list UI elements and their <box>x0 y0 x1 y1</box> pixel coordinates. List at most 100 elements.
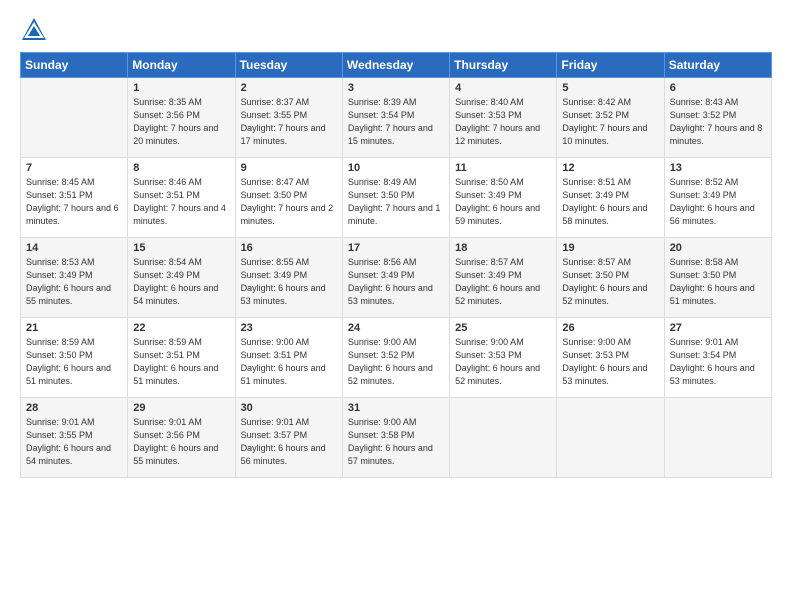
cell-info: Sunrise: 8:57 AM Sunset: 3:50 PM Dayligh… <box>562 256 658 308</box>
day-number: 6 <box>670 82 766 94</box>
cell-info: Sunrise: 8:39 AM Sunset: 3:54 PM Dayligh… <box>348 96 444 148</box>
day-number: 31 <box>348 402 444 414</box>
calendar-row: 1 Sunrise: 8:35 AM Sunset: 3:56 PM Daylig… <box>21 78 772 158</box>
header-day: Friday <box>557 53 664 78</box>
cell-info: Sunrise: 9:01 AM Sunset: 3:55 PM Dayligh… <box>26 416 122 468</box>
calendar-cell: 3 Sunrise: 8:39 AM Sunset: 3:54 PM Daylig… <box>342 78 449 158</box>
calendar-cell: 6 Sunrise: 8:43 AM Sunset: 3:52 PM Daylig… <box>664 78 771 158</box>
cell-info: Sunrise: 9:01 AM Sunset: 3:54 PM Dayligh… <box>670 336 766 388</box>
day-number: 11 <box>455 162 551 174</box>
day-number: 7 <box>26 162 122 174</box>
day-number: 23 <box>241 322 337 334</box>
day-number: 26 <box>562 322 658 334</box>
day-number: 3 <box>348 82 444 94</box>
day-number: 18 <box>455 242 551 254</box>
calendar-cell: 14 Sunrise: 8:53 AM Sunset: 3:49 PM Dayli… <box>21 238 128 318</box>
calendar-cell: 28 Sunrise: 9:01 AM Sunset: 3:55 PM Dayli… <box>21 398 128 478</box>
calendar-cell: 22 Sunrise: 8:59 AM Sunset: 3:51 PM Dayli… <box>128 318 235 398</box>
cell-info: Sunrise: 8:46 AM Sunset: 3:51 PM Dayligh… <box>133 176 229 228</box>
cell-info: Sunrise: 8:37 AM Sunset: 3:55 PM Dayligh… <box>241 96 337 148</box>
day-number: 1 <box>133 82 229 94</box>
cell-info: Sunrise: 8:54 AM Sunset: 3:49 PM Dayligh… <box>133 256 229 308</box>
day-number: 5 <box>562 82 658 94</box>
header-row: SundayMondayTuesdayWednesdayThursdayFrid… <box>21 53 772 78</box>
cell-info: Sunrise: 8:59 AM Sunset: 3:50 PM Dayligh… <box>26 336 122 388</box>
cell-info: Sunrise: 9:00 AM Sunset: 3:51 PM Dayligh… <box>241 336 337 388</box>
calendar-row: 7 Sunrise: 8:45 AM Sunset: 3:51 PM Daylig… <box>21 158 772 238</box>
calendar-cell <box>664 398 771 478</box>
day-number: 25 <box>455 322 551 334</box>
calendar-cell: 31Sunrise: 9:00 AM Sunset: 3:58 PM Dayli… <box>342 398 449 478</box>
day-number: 14 <box>26 242 122 254</box>
calendar-cell: 13 Sunrise: 8:52 AM Sunset: 3:49 PM Dayli… <box>664 158 771 238</box>
day-number: 8 <box>133 162 229 174</box>
cell-info: Sunrise: 8:51 AM Sunset: 3:49 PM Dayligh… <box>562 176 658 228</box>
calendar-cell: 30 Sunrise: 9:01 AM Sunset: 3:57 PM Dayli… <box>235 398 342 478</box>
header <box>20 16 772 44</box>
calendar-cell: 9 Sunrise: 8:47 AM Sunset: 3:50 PM Daylig… <box>235 158 342 238</box>
calendar-cell: 12Sunrise: 8:51 AM Sunset: 3:49 PM Dayli… <box>557 158 664 238</box>
cell-info: Sunrise: 9:01 AM Sunset: 3:57 PM Dayligh… <box>241 416 337 468</box>
calendar-cell: 21 Sunrise: 8:59 AM Sunset: 3:50 PM Dayli… <box>21 318 128 398</box>
day-number: 16 <box>241 242 337 254</box>
calendar-cell: 19 Sunrise: 8:57 AM Sunset: 3:50 PM Dayli… <box>557 238 664 318</box>
calendar-cell: 29 Sunrise: 9:01 AM Sunset: 3:56 PM Dayli… <box>128 398 235 478</box>
cell-info: Sunrise: 8:42 AM Sunset: 3:52 PM Dayligh… <box>562 96 658 148</box>
day-number: 24 <box>348 322 444 334</box>
calendar-cell: 17Sunrise: 8:56 AM Sunset: 3:49 PM Dayli… <box>342 238 449 318</box>
calendar-cell: 18Sunrise: 8:57 AM Sunset: 3:49 PM Dayli… <box>450 238 557 318</box>
day-number: 4 <box>455 82 551 94</box>
cell-info: Sunrise: 8:59 AM Sunset: 3:51 PM Dayligh… <box>133 336 229 388</box>
cell-info: Sunrise: 8:45 AM Sunset: 3:51 PM Dayligh… <box>26 176 122 228</box>
calendar-cell: 27 Sunrise: 9:01 AM Sunset: 3:54 PM Dayli… <box>664 318 771 398</box>
calendar-cell <box>21 78 128 158</box>
day-number: 21 <box>26 322 122 334</box>
logo-icon <box>20 16 48 44</box>
cell-info: Sunrise: 8:53 AM Sunset: 3:49 PM Dayligh… <box>26 256 122 308</box>
calendar-cell: 1 Sunrise: 8:35 AM Sunset: 3:56 PM Daylig… <box>128 78 235 158</box>
day-number: 29 <box>133 402 229 414</box>
cell-info: Sunrise: 8:52 AM Sunset: 3:49 PM Dayligh… <box>670 176 766 228</box>
calendar-cell: 20 Sunrise: 8:58 AM Sunset: 3:50 PM Dayli… <box>664 238 771 318</box>
calendar-cell <box>450 398 557 478</box>
cell-info: Sunrise: 8:35 AM Sunset: 3:56 PM Dayligh… <box>133 96 229 148</box>
cell-info: Sunrise: 9:00 AM Sunset: 3:53 PM Dayligh… <box>455 336 551 388</box>
calendar-cell: 5 Sunrise: 8:42 AM Sunset: 3:52 PM Daylig… <box>557 78 664 158</box>
day-number: 19 <box>562 242 658 254</box>
day-number: 13 <box>670 162 766 174</box>
calendar-cell: 23 Sunrise: 9:00 AM Sunset: 3:51 PM Dayli… <box>235 318 342 398</box>
header-day: Thursday <box>450 53 557 78</box>
day-number: 10 <box>348 162 444 174</box>
calendar-row: 14 Sunrise: 8:53 AM Sunset: 3:49 PM Dayli… <box>21 238 772 318</box>
logo <box>20 16 52 44</box>
cell-info: Sunrise: 8:50 AM Sunset: 3:49 PM Dayligh… <box>455 176 551 228</box>
day-number: 30 <box>241 402 337 414</box>
day-number: 17 <box>348 242 444 254</box>
header-day: Tuesday <box>235 53 342 78</box>
day-number: 2 <box>241 82 337 94</box>
cell-info: Sunrise: 8:40 AM Sunset: 3:53 PM Dayligh… <box>455 96 551 148</box>
day-number: 20 <box>670 242 766 254</box>
day-number: 22 <box>133 322 229 334</box>
cell-info: Sunrise: 8:47 AM Sunset: 3:50 PM Dayligh… <box>241 176 337 228</box>
calendar-cell: 25 Sunrise: 9:00 AM Sunset: 3:53 PM Dayli… <box>450 318 557 398</box>
cell-info: Sunrise: 8:58 AM Sunset: 3:50 PM Dayligh… <box>670 256 766 308</box>
day-number: 9 <box>241 162 337 174</box>
page: SundayMondayTuesdayWednesdayThursdayFrid… <box>0 0 792 612</box>
calendar-cell: 8 Sunrise: 8:46 AM Sunset: 3:51 PM Daylig… <box>128 158 235 238</box>
cell-info: Sunrise: 9:00 AM Sunset: 3:53 PM Dayligh… <box>562 336 658 388</box>
header-day: Monday <box>128 53 235 78</box>
calendar-table: SundayMondayTuesdayWednesdayThursdayFrid… <box>20 52 772 478</box>
day-number: 27 <box>670 322 766 334</box>
cell-info: Sunrise: 9:01 AM Sunset: 3:56 PM Dayligh… <box>133 416 229 468</box>
calendar-cell: 26 Sunrise: 9:00 AM Sunset: 3:53 PM Dayli… <box>557 318 664 398</box>
calendar-cell: 10 Sunrise: 8:49 AM Sunset: 3:50 PM Dayli… <box>342 158 449 238</box>
calendar-row: 21 Sunrise: 8:59 AM Sunset: 3:50 PM Dayli… <box>21 318 772 398</box>
cell-info: Sunrise: 8:43 AM Sunset: 3:52 PM Dayligh… <box>670 96 766 148</box>
calendar-cell: 2 Sunrise: 8:37 AM Sunset: 3:55 PM Daylig… <box>235 78 342 158</box>
cell-info: Sunrise: 8:49 AM Sunset: 3:50 PM Dayligh… <box>348 176 444 228</box>
cell-info: Sunrise: 8:55 AM Sunset: 3:49 PM Dayligh… <box>241 256 337 308</box>
cell-info: Sunrise: 9:00 AM Sunset: 3:52 PM Dayligh… <box>348 336 444 388</box>
day-number: 28 <box>26 402 122 414</box>
calendar-row: 28 Sunrise: 9:01 AM Sunset: 3:55 PM Dayli… <box>21 398 772 478</box>
